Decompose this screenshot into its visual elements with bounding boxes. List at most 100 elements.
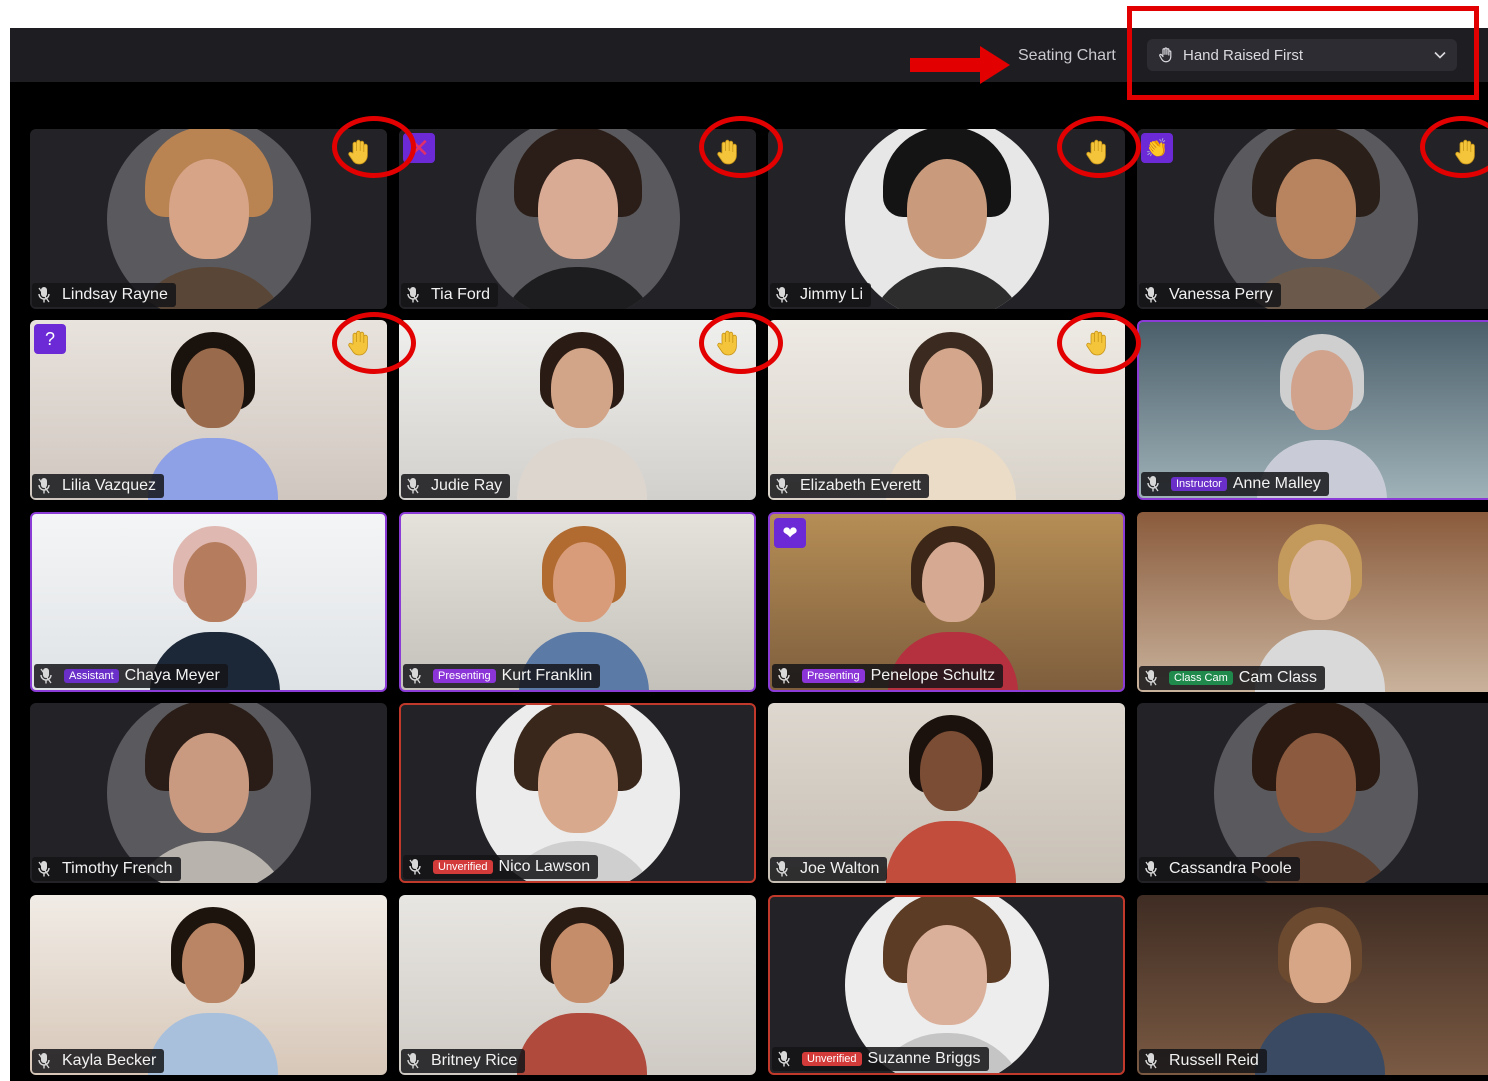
- reaction-icon: ?: [34, 324, 66, 354]
- participant-name: Timothy French: [62, 860, 173, 877]
- participant-nameplate: Unverified Nico Lawson: [403, 855, 599, 879]
- participant-nameplate: Vanessa Perry: [1139, 283, 1281, 307]
- mic-icon[interactable]: [776, 478, 788, 494]
- role-badge: Presenting: [433, 669, 496, 683]
- participant-nameplate: Jimmy Li: [770, 283, 872, 307]
- participant-name: Lilia Vazquez: [62, 477, 156, 494]
- participant-tile[interactable]: Joe Walton: [768, 703, 1125, 883]
- mic-icon[interactable]: [1145, 670, 1157, 686]
- red-arrow-annotation: [910, 46, 1010, 84]
- participant-tile[interactable]: Unverified Nico Lawson: [399, 703, 756, 883]
- participant-name: Chaya Meyer: [124, 667, 220, 684]
- red-circle-annotation: [1057, 312, 1141, 374]
- mic-icon[interactable]: [1145, 861, 1157, 877]
- participant-tile[interactable]: Timothy French: [30, 703, 387, 883]
- participant-name: Joe Walton: [800, 860, 880, 877]
- mic-icon[interactable]: [38, 861, 50, 877]
- participant-avatar: [1213, 703, 1418, 883]
- participant-video: [1137, 512, 1488, 692]
- mic-icon[interactable]: [776, 861, 788, 877]
- mic-icon[interactable]: [38, 478, 50, 494]
- role-badge: Unverified: [433, 860, 493, 874]
- meeting-app: Seating Chart Hand Raised First Lindsay …: [10, 28, 1488, 1081]
- red-circle-annotation: [332, 312, 416, 374]
- red-circle-annotation: [699, 116, 783, 178]
- red-circle-annotation: [1057, 116, 1141, 178]
- participant-nameplate: Presenting Penelope Schultz: [772, 664, 1004, 688]
- participant-avatar: [106, 703, 311, 883]
- participant-nameplate: Britney Rice: [401, 1049, 526, 1073]
- participant-nameplate: Presenting Kurt Franklin: [403, 664, 601, 688]
- role-badge: Unverified: [802, 1052, 862, 1066]
- participant-video: [399, 895, 756, 1075]
- participant-tile[interactable]: Unverified Suzanne Briggs: [768, 895, 1125, 1075]
- reaction-icon: 👏: [1141, 133, 1173, 163]
- participant-name: Elizabeth Everett: [800, 477, 921, 494]
- participant-name: Kurt Franklin: [501, 667, 593, 684]
- red-circle-annotation: [332, 116, 416, 178]
- role-badge: Instructor: [1171, 477, 1227, 491]
- role-badge: Class Cam: [1169, 671, 1233, 685]
- participant-avatar: [844, 129, 1049, 309]
- participant-avatar: [1213, 129, 1418, 309]
- mic-icon[interactable]: [38, 1053, 50, 1069]
- participant-tile[interactable]: Class Cam Cam Class: [1137, 512, 1488, 692]
- participant-name: Suzanne Briggs: [867, 1050, 981, 1067]
- mic-icon[interactable]: [1147, 476, 1159, 492]
- mic-icon[interactable]: [407, 287, 419, 303]
- participant-tile[interactable]: ❤ Presenting Penelope Schultz: [768, 512, 1125, 692]
- mic-icon[interactable]: [407, 1053, 419, 1069]
- participant-tile[interactable]: Instructor Anne Malley: [1137, 320, 1488, 500]
- mic-icon[interactable]: [778, 1051, 790, 1067]
- participant-name: Anne Malley: [1232, 475, 1321, 492]
- participant-nameplate: Elizabeth Everett: [770, 474, 929, 498]
- participant-tile[interactable]: Britney Rice: [399, 895, 756, 1075]
- participant-video: [30, 895, 387, 1075]
- participant-nameplate: Russell Reid: [1139, 1049, 1267, 1073]
- mic-icon[interactable]: [409, 859, 421, 875]
- mic-icon[interactable]: [776, 287, 788, 303]
- participant-nameplate: Lindsay Rayne: [32, 283, 176, 307]
- mic-icon[interactable]: [778, 668, 790, 684]
- participant-nameplate: Tia Ford: [401, 283, 498, 307]
- participant-name: Vanessa Perry: [1169, 286, 1273, 303]
- participant-nameplate: Unverified Suzanne Briggs: [772, 1047, 989, 1071]
- mic-icon[interactable]: [38, 287, 50, 303]
- mic-icon[interactable]: [40, 668, 52, 684]
- participant-nameplate: Class Cam Cam Class: [1139, 666, 1326, 690]
- participant-tile[interactable]: Kayla Becker: [30, 895, 387, 1075]
- participant-name: Lindsay Rayne: [62, 286, 168, 303]
- participant-tile[interactable]: Assistant Chaya Meyer: [30, 512, 387, 692]
- participant-nameplate: Kayla Becker: [32, 1049, 165, 1073]
- participant-name: Britney Rice: [431, 1052, 518, 1069]
- participant-tile[interactable]: Presenting Kurt Franklin: [399, 512, 756, 692]
- participant-nameplate: Joe Walton: [770, 857, 888, 881]
- participant-nameplate: Cassandra Poole: [1139, 857, 1300, 881]
- participant-name: Tia Ford: [431, 286, 490, 303]
- participant-avatar: [106, 129, 311, 309]
- participant-name: Cassandra Poole: [1169, 860, 1292, 877]
- participant-tile[interactable]: Russell Reid: [1137, 895, 1488, 1075]
- participant-avatar: [475, 129, 680, 309]
- participant-nameplate: Instructor Anne Malley: [1141, 472, 1329, 496]
- mic-icon[interactable]: [1145, 1053, 1157, 1069]
- participant-name: Kayla Becker: [62, 1052, 157, 1069]
- mic-icon[interactable]: [1145, 287, 1157, 303]
- participant-nameplate: Timothy French: [32, 857, 181, 881]
- role-badge: Presenting: [802, 669, 865, 683]
- seating-chart-label: Seating Chart: [1018, 47, 1116, 64]
- participant-name: Cam Class: [1238, 669, 1318, 686]
- participant-name: Penelope Schultz: [870, 667, 996, 684]
- role-badge: Assistant: [64, 669, 119, 683]
- participant-nameplate: Assistant Chaya Meyer: [34, 664, 228, 688]
- participant-name: Russell Reid: [1169, 1052, 1259, 1069]
- red-circle-annotation: [699, 312, 783, 374]
- mic-icon[interactable]: [407, 478, 419, 494]
- participant-video: [1137, 895, 1488, 1075]
- red-box-annotation: [1127, 6, 1479, 100]
- participant-tile[interactable]: Cassandra Poole: [1137, 703, 1488, 883]
- participant-video: [768, 703, 1125, 883]
- mic-icon[interactable]: [409, 668, 421, 684]
- participant-name: Jimmy Li: [800, 286, 864, 303]
- participant-name: Nico Lawson: [498, 858, 591, 875]
